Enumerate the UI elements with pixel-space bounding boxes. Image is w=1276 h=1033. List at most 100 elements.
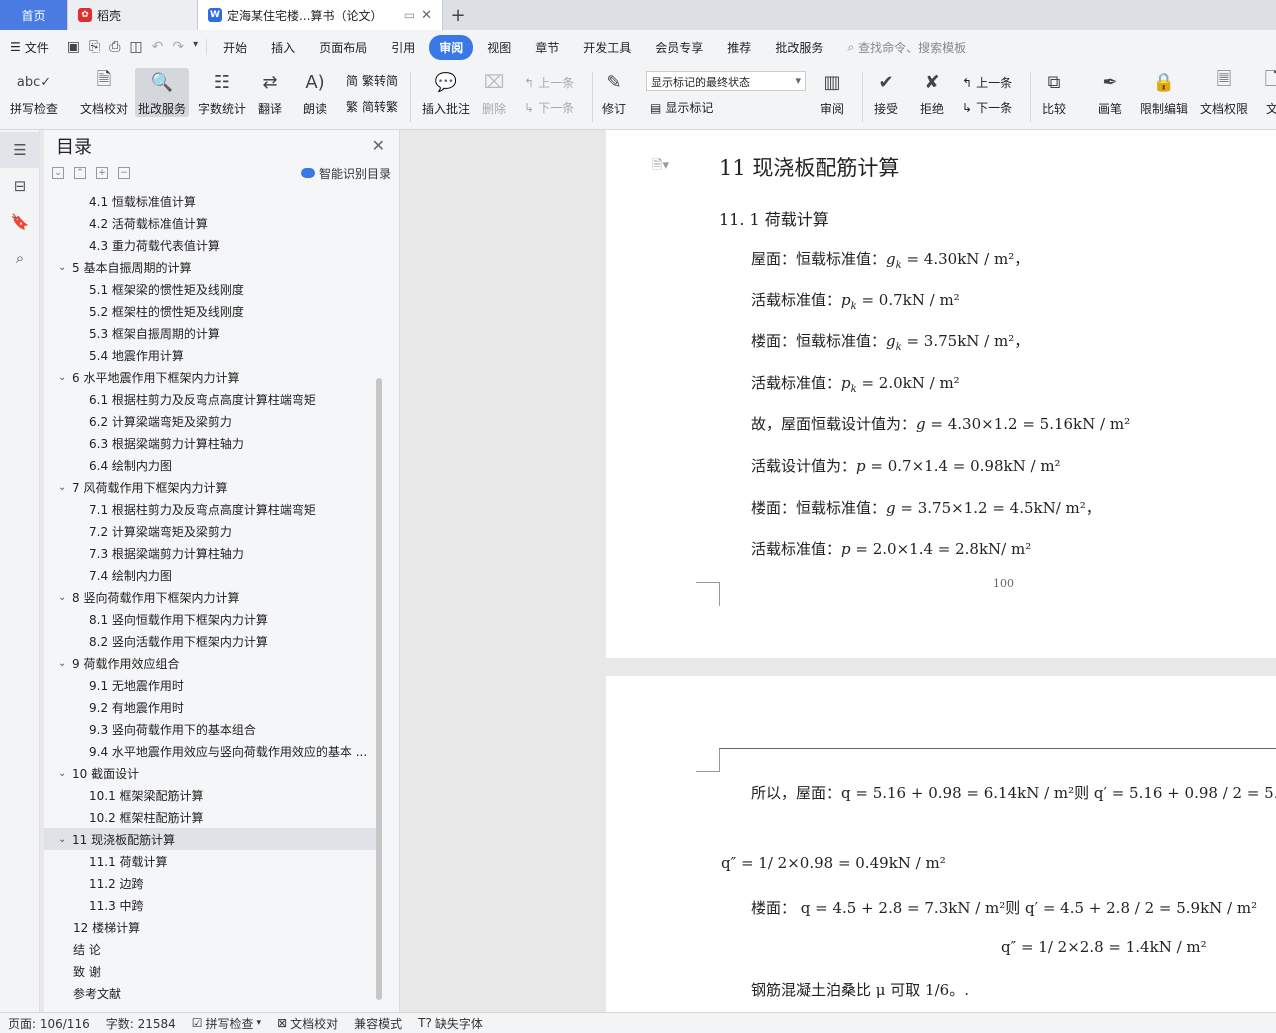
toc-item[interactable]: 11.1 荷载计算 xyxy=(44,850,376,872)
toc-item[interactable]: 11.3 中跨 xyxy=(44,894,376,916)
customize-qa-icon[interactable]: ▾ xyxy=(193,39,198,55)
insert-comment-button[interactable]: 💬 插入批注 xyxy=(422,68,470,117)
spell-check-status[interactable]: ☑ 拼写检查 ▾ xyxy=(192,1015,261,1032)
chevron-down-icon[interactable]: ⌄ xyxy=(58,592,72,603)
toc-item[interactable]: ⌄ 8 竖向荷载作用下框架内力计算 xyxy=(44,586,376,608)
chevron-down-icon[interactable]: ⌄ xyxy=(58,768,72,779)
close-tab-icon[interactable]: ✕ xyxy=(421,8,432,23)
delete-comment-button[interactable]: ⌧ 删除 xyxy=(480,68,508,117)
tab-member[interactable]: 会员专享 xyxy=(645,35,713,60)
tab-developer[interactable]: 开发工具 xyxy=(573,35,641,60)
chevron-down-icon[interactable]: ⌄ xyxy=(58,834,72,845)
doc-check-status[interactable]: ⊠ 文档校对 xyxy=(277,1015,338,1032)
chevron-down-icon[interactable]: ⌄ xyxy=(58,372,72,383)
toc-item[interactable]: 12 楼梯计算 xyxy=(44,916,376,938)
translate-button[interactable]: ⇄ 翻译 xyxy=(256,68,284,117)
toc-item[interactable]: 9.3 竖向荷载作用下的基本组合 xyxy=(44,718,376,740)
tab-recommend[interactable]: 推荐 xyxy=(717,35,761,60)
tab-correction[interactable]: 批改服务 xyxy=(765,35,833,60)
collapse-all-icon[interactable]: ⌄ xyxy=(52,167,64,179)
export-pdf-icon[interactable]: ⎘ xyxy=(89,39,100,55)
toc-item[interactable]: 5.4 地震作用计算 xyxy=(44,344,376,366)
toc-item[interactable]: 5.2 框架柱的惯性矩及线刚度 xyxy=(44,300,376,322)
toc-item[interactable]: 5.1 框架梁的惯性矩及线刚度 xyxy=(44,278,376,300)
search-icon[interactable]: ⌕ xyxy=(0,240,40,276)
prev-comment-button[interactable]: ↰ 上一条 xyxy=(524,74,574,91)
toc-item[interactable]: 9.4 水平地震作用效应与竖向荷载作用效应的基本 ... xyxy=(44,740,376,762)
tab-page-layout[interactable]: 页面布局 xyxy=(309,35,377,60)
toc-item[interactable]: 结 论 xyxy=(44,938,376,960)
close-icon[interactable]: ✕ xyxy=(372,136,385,155)
toc-item[interactable]: 6.2 计算梁端弯矩及梁剪力 xyxy=(44,410,376,432)
restrict-edit-button[interactable]: 🔒 限制编辑 xyxy=(1140,68,1188,117)
toc-item[interactable]: 10.1 框架梁配筋计算 xyxy=(44,784,376,806)
toc-item[interactable]: ⌄ 6 水平地震作用下框架内力计算 xyxy=(44,366,376,388)
toc-item[interactable]: 参考文献 xyxy=(44,982,376,1004)
remove-icon[interactable]: − xyxy=(118,167,130,179)
undo-icon[interactable]: ↶ xyxy=(152,39,164,55)
tab-view[interactable]: 视图 xyxy=(477,35,521,60)
paragraph-menu-icon[interactable]: 🗎▾ xyxy=(652,156,669,178)
missing-font-status[interactable]: T? 缺失字体 xyxy=(418,1015,483,1032)
next-change-button[interactable]: ↳ 下一条 xyxy=(962,99,1012,116)
toc-item[interactable]: ⌄ 11 现浇板配筋计算 xyxy=(44,828,376,850)
tab-daoke[interactable]: ✿ 稻壳 xyxy=(68,0,198,30)
accept-button[interactable]: ✔ 接受 xyxy=(872,68,900,117)
compare-button[interactable]: ⧉ 比较 xyxy=(1040,68,1068,117)
toc-scrollbar[interactable] xyxy=(376,378,382,1000)
page-indicator[interactable]: 页面: 106/116 xyxy=(8,1015,90,1032)
doc-more-button[interactable]: 🗋 文 xyxy=(1258,68,1276,117)
save-icon[interactable]: ▣ xyxy=(67,39,80,55)
toc-item[interactable]: ⌄ 5 基本自振周期的计算 xyxy=(44,256,376,278)
tab-review[interactable]: 审阅 xyxy=(429,34,474,60)
markup-display-select[interactable]: 显示标记的最终状态 xyxy=(646,71,806,91)
print-preview-icon[interactable]: ◫ xyxy=(129,39,142,55)
word-count-button[interactable]: ☷ 字数统计 xyxy=(198,68,246,117)
add-icon[interactable]: + xyxy=(96,167,108,179)
tab-insert[interactable]: 插入 xyxy=(261,35,305,60)
track-changes-button[interactable]: ✎ 修订 xyxy=(600,68,628,117)
correction-service-button[interactable]: 🔍 批改服务 xyxy=(135,68,190,117)
print-icon[interactable]: ⎙ xyxy=(109,39,120,55)
doc-check-button[interactable]: 🗎 文档校对 xyxy=(80,68,128,117)
prev-change-button[interactable]: ↰ 上一条 xyxy=(962,74,1012,91)
new-tab-button[interactable]: + xyxy=(443,0,473,30)
chevron-down-icon[interactable]: ⌄ xyxy=(58,658,72,669)
read-aloud-button[interactable]: A) 朗读 xyxy=(301,68,329,117)
bookmark-icon[interactable]: 🔖 xyxy=(0,204,40,240)
toc-item[interactable]: 4.1 恒载标准值计算 xyxy=(44,190,376,212)
tab-reference[interactable]: 引用 xyxy=(381,35,425,60)
review-pane-button[interactable]: ▥ 审阅 xyxy=(818,68,846,117)
tab-document[interactable]: W 定海某住宅楼...算书（论文） ▭ ✕ xyxy=(198,0,443,30)
toc-item[interactable]: 4.3 重力荷载代表值计算 xyxy=(44,234,376,256)
toc-item[interactable]: 9.2 有地震作用时 xyxy=(44,696,376,718)
toc-item[interactable]: 9.1 无地震作用时 xyxy=(44,674,376,696)
toc-item[interactable]: 7.2 计算梁端弯矩及梁剪力 xyxy=(44,520,376,542)
window-mode-icon[interactable]: ▭ xyxy=(404,8,415,22)
chevron-down-icon[interactable]: ⌄ xyxy=(58,482,72,493)
toc-item[interactable]: 7.4 绘制内力图 xyxy=(44,564,376,586)
tab-start[interactable]: 开始 xyxy=(213,35,257,60)
toc-item[interactable]: 6.3 根据梁端剪力计算柱轴力 xyxy=(44,432,376,454)
smart-toc-button[interactable]: 智能识别目录 xyxy=(300,165,391,182)
chevron-down-icon[interactable]: ⌄ xyxy=(58,262,72,273)
reject-button[interactable]: ✘ 拒绝 xyxy=(918,68,946,117)
toc-item[interactable]: 8.2 竖向活载作用下框架内力计算 xyxy=(44,630,376,652)
toc-item[interactable]: 6.1 根据柱剪力及反弯点高度计算柱端弯矩 xyxy=(44,388,376,410)
toc-item[interactable]: ⌄ 9 荷载作用效应组合 xyxy=(44,652,376,674)
toc-item[interactable]: 致 谢 xyxy=(44,960,376,982)
expand-up-icon[interactable]: ⌃ xyxy=(74,167,86,179)
toc-item[interactable]: 8.1 竖向恒载作用下框架内力计算 xyxy=(44,608,376,630)
toc-item[interactable]: 7.3 根据梁端剪力计算柱轴力 xyxy=(44,542,376,564)
simp-to-trad-button[interactable]: 繁简转繁 xyxy=(346,98,398,115)
command-search[interactable]: ⌕ 查找命令、搜索模板 xyxy=(847,39,966,56)
toc-item[interactable]: ⌄ 7 风荷载作用下框架内力计算 xyxy=(44,476,376,498)
pen-button[interactable]: ✒ 画笔 xyxy=(1096,68,1124,117)
show-markup-button[interactable]: ▤ 显示标记 xyxy=(650,99,713,116)
word-count-indicator[interactable]: 字数: 21584 xyxy=(106,1015,176,1032)
toc-item[interactable]: 4.2 活荷载标准值计算 xyxy=(44,212,376,234)
spell-check-button[interactable]: abc✓ 拼写检查 xyxy=(10,68,58,117)
trad-to-simp-button[interactable]: 简繁转简 xyxy=(346,72,398,89)
chapter-nav-icon[interactable]: ⊟ xyxy=(0,168,40,204)
toc-item[interactable]: 10.2 框架柱配筋计算 xyxy=(44,806,376,828)
